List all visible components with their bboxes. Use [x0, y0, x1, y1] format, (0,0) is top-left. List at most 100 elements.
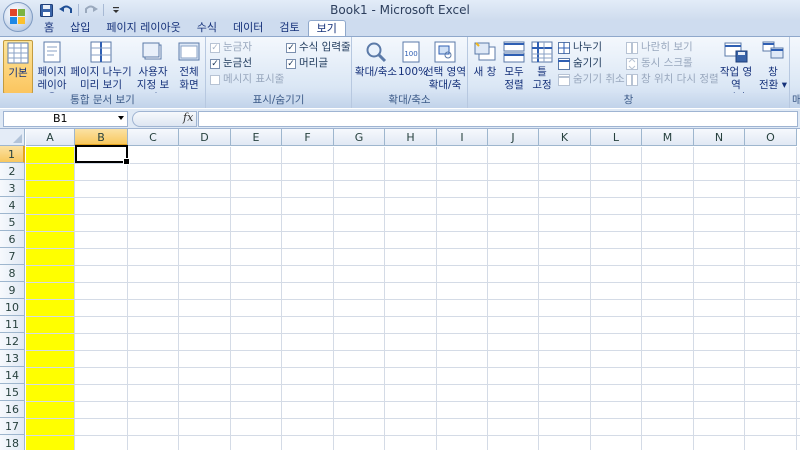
page-break-preview-button[interactable]: 페이지 나누기 미리 보기 — [70, 40, 132, 92]
row-header-17[interactable]: 17 — [0, 418, 25, 435]
full-screen-button[interactable]: 전체 화면 — [174, 40, 204, 92]
freeze-panes-button[interactable]: 틀 고정 — [528, 40, 556, 92]
row-header-5[interactable]: 5 — [0, 214, 25, 231]
column-header-a[interactable]: A — [26, 129, 75, 146]
zoom-button[interactable]: 확대/축소 — [354, 40, 398, 79]
row-header-6[interactable]: 6 — [0, 231, 25, 248]
group-label-zoom: 확대/축소 — [352, 93, 467, 108]
tab-data[interactable]: 데이터 — [225, 20, 271, 36]
split-button[interactable]: 나누기 — [558, 40, 602, 55]
tab-view[interactable]: 보기 — [307, 20, 346, 36]
split-icon — [558, 41, 570, 54]
row-header-4[interactable]: 4 — [0, 197, 25, 214]
row-header-10[interactable]: 10 — [0, 299, 25, 316]
window-title: Book1 - Microsoft Excel — [330, 3, 470, 17]
side-by-side-icon — [626, 41, 638, 54]
ruler-checkbox[interactable]: ✓ — [210, 42, 220, 53]
column-header-g[interactable]: G — [334, 129, 385, 146]
formula-bar-checkbox-row[interactable]: ✓ 수식 입력줄 — [286, 40, 351, 55]
page-break-preview-icon — [89, 40, 113, 64]
magnifier-icon — [364, 40, 388, 64]
row-header-15[interactable]: 15 — [0, 384, 25, 401]
row-header-13[interactable]: 13 — [0, 350, 25, 367]
column-header-e[interactable]: E — [231, 129, 282, 146]
message-bar-checkbox-row[interactable]: 메시지 표시줄 — [210, 72, 284, 87]
gridlines-checkbox-row[interactable]: ✓ 눈금선 — [210, 56, 252, 71]
column-header-b[interactable]: B — [75, 129, 128, 146]
arrange-all-button[interactable]: 모두 정렬 — [502, 40, 526, 92]
hide-window-button[interactable]: 숨기기 — [558, 56, 602, 71]
message-bar-checkbox[interactable] — [210, 74, 220, 85]
row-header-8[interactable]: 8 — [0, 265, 25, 282]
row-header-3[interactable]: 3 — [0, 180, 25, 197]
name-box[interactable]: B1 — [3, 111, 128, 127]
reset-position-icon — [626, 73, 638, 86]
formula-bar-checkbox[interactable]: ✓ — [286, 42, 296, 53]
row-header-7[interactable]: 7 — [0, 248, 25, 265]
hide-window-icon — [558, 57, 570, 70]
gridlines-checkbox[interactable]: ✓ — [210, 58, 220, 69]
tab-insert[interactable]: 삽입 — [62, 20, 98, 36]
zoom-100-button[interactable]: 100 100% — [398, 40, 428, 79]
normal-view-button[interactable]: 기본 — [3, 40, 33, 94]
unhide-window-icon — [558, 73, 570, 86]
new-window-icon — [473, 40, 497, 64]
unhide-window-button[interactable]: 숨기기 취소 — [558, 72, 625, 87]
sync-scroll-icon — [626, 57, 638, 70]
view-side-by-side-button[interactable]: 나란히 보기 — [626, 40, 693, 55]
new-window-button[interactable]: 새 창 — [470, 40, 500, 79]
title-bar: Book1 - Microsoft Excel — [0, 0, 800, 20]
row-header-18[interactable]: 18 — [0, 435, 25, 450]
row-header-12[interactable]: 12 — [0, 333, 25, 350]
row-header-9[interactable]: 9 — [0, 282, 25, 299]
group-label-macros: 매 — [790, 93, 800, 108]
row-header-16[interactable]: 16 — [0, 401, 25, 418]
column-header-k[interactable]: K — [539, 129, 591, 146]
group-workbook-views: 기본 페이지 레이아웃 페이지 나누기 미리 보기 사용자 지정 보기 — [0, 37, 206, 108]
save-workspace-icon — [724, 40, 748, 64]
switch-windows-icon — [761, 40, 785, 64]
row-header-11[interactable]: 11 — [0, 316, 25, 333]
page-layout-icon — [40, 40, 64, 64]
group-label-show-hide: 표시/숨기기 — [206, 93, 351, 108]
tab-home[interactable]: 홈 — [36, 20, 62, 36]
tab-page-layout[interactable]: 페이지 레이아웃 — [98, 20, 188, 36]
active-cell-b1[interactable] — [75, 145, 130, 165]
reset-window-position-button[interactable]: 창 위치 다시 정렬 — [626, 72, 719, 87]
formula-bar: B1 fx — [0, 109, 800, 129]
ribbon: 기본 페이지 레이아웃 페이지 나누기 미리 보기 사용자 지정 보기 — [0, 36, 800, 108]
ruler-checkbox-row[interactable]: ✓ 눈금자 — [210, 40, 252, 55]
column-header-m[interactable]: M — [642, 129, 694, 146]
normal-view-icon — [6, 41, 30, 65]
tab-formulas[interactable]: 수식 — [189, 20, 225, 36]
headings-checkbox[interactable]: ✓ — [286, 58, 296, 69]
column-header-l[interactable]: L — [591, 129, 642, 146]
name-box-dropdown-icon[interactable] — [118, 116, 124, 120]
column-header-i[interactable]: I — [437, 129, 488, 146]
office-button[interactable] — [3, 2, 33, 32]
zoom-100-icon: 100 — [399, 40, 423, 64]
cell-grid[interactable] — [26, 147, 800, 450]
headings-checkbox-row[interactable]: ✓ 머리글 — [286, 56, 328, 71]
column-header-f[interactable]: F — [282, 129, 334, 146]
formula-input[interactable] — [198, 111, 798, 127]
row-header-2[interactable]: 2 — [0, 163, 25, 180]
column-header-n[interactable]: N — [694, 129, 745, 146]
zoom-selection-icon — [433, 40, 457, 64]
row-header-1[interactable]: 1 — [0, 146, 25, 163]
group-show-hide: ✓ 눈금자 ✓ 눈금선 메시지 표시줄 ✓ 수식 입력줄 ✓ 머리글 표시/숨기… — [206, 37, 352, 108]
column-header-d[interactable]: D — [179, 129, 231, 146]
dropdown-arrow-icon: ▾ — [781, 79, 787, 91]
ribbon-tabs: 홈 삽입 페이지 레이아웃 수식 데이터 검토 보기 — [36, 20, 346, 36]
tab-review[interactable]: 검토 — [271, 20, 307, 36]
cell-gridlines — [26, 147, 800, 450]
synchronous-scrolling-button[interactable]: 동시 스크롤 — [626, 56, 693, 71]
column-header-j[interactable]: J — [488, 129, 539, 146]
select-all-button[interactable] — [0, 129, 25, 146]
row-header-14[interactable]: 14 — [0, 367, 25, 384]
column-header-h[interactable]: H — [385, 129, 437, 146]
switch-windows-button[interactable]: 창 전환 ▾ — [758, 40, 788, 92]
column-header-o[interactable]: O — [745, 129, 797, 146]
column-header-c[interactable]: C — [128, 129, 179, 146]
insert-function-icon[interactable]: fx — [183, 111, 193, 124]
